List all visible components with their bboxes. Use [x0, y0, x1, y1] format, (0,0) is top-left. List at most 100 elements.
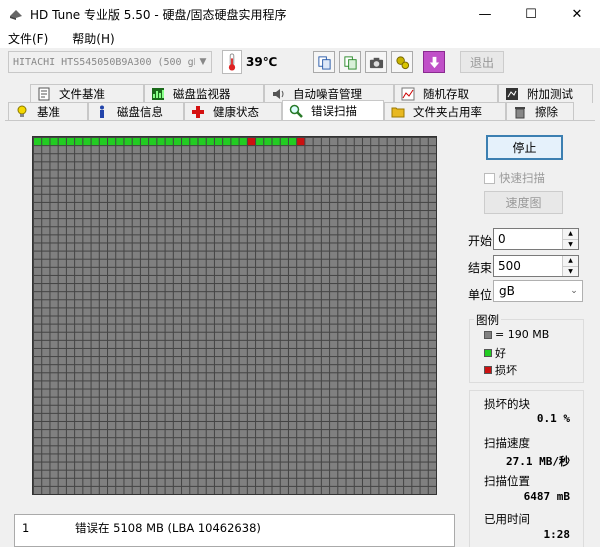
minimize-button[interactable]: —: [462, 0, 508, 28]
scan-block-unscanned: [99, 470, 108, 478]
scan-block-unscanned: [272, 454, 280, 462]
scan-block-unscanned: [288, 381, 297, 389]
scan-block-unscanned: [354, 470, 362, 478]
scan-block-unscanned: [239, 397, 247, 405]
scan-block-unscanned: [58, 324, 66, 332]
scan-block-unscanned: [321, 146, 330, 154]
scan-block-unscanned: [206, 284, 214, 292]
end-spinner[interactable]: 500 ▲ ▼: [493, 255, 579, 277]
tab-folder-usage[interactable]: 文件夹占用率: [384, 102, 506, 121]
scan-block-unscanned: [231, 316, 239, 324]
menu-help[interactable]: 帮助(H): [64, 30, 122, 47]
tab-erase[interactable]: 擦除: [506, 102, 574, 121]
scan-block-unscanned: [239, 284, 247, 292]
quick-scan-option[interactable]: 快速扫描: [484, 170, 545, 186]
tab-extra-tests[interactable]: 附加测试: [498, 84, 593, 103]
scan-block-unscanned: [124, 154, 132, 162]
scan-block-unscanned: [83, 405, 91, 413]
scan-block-unscanned: [387, 138, 395, 146]
copy-all-button[interactable]: [339, 51, 361, 73]
scan-block-unscanned: [190, 397, 198, 405]
scan-block-unscanned: [140, 397, 149, 405]
scan-block-unscanned: [338, 332, 346, 340]
scan-block-unscanned: [223, 292, 231, 300]
scan-block-unscanned: [362, 381, 371, 389]
end-input[interactable]: 500: [494, 256, 562, 276]
unit-select[interactable]: gB ⌄: [493, 280, 583, 302]
scan-block-unscanned: [297, 486, 305, 494]
scan-block-unscanned: [34, 146, 42, 154]
scan-block-unscanned: [108, 373, 116, 381]
scan-block-unscanned: [75, 292, 83, 300]
scan-block-unscanned: [256, 438, 264, 446]
scan-block-unscanned: [198, 251, 206, 259]
scan-block-unscanned: [231, 211, 239, 219]
scan-block-unscanned: [231, 202, 239, 211]
scan-block-unscanned: [379, 138, 387, 146]
menu-file[interactable]: 文件(F): [0, 30, 56, 47]
scan-block-unscanned: [108, 470, 116, 478]
spin-up-icon[interactable]: ▲: [563, 256, 578, 266]
scan-block-unscanned: [239, 365, 247, 373]
scan-block-unscanned: [247, 162, 256, 170]
quick-scan-checkbox[interactable]: [484, 172, 495, 184]
spin-down-icon[interactable]: ▼: [563, 265, 578, 276]
screenshot-button[interactable]: [365, 51, 387, 73]
file-icon: [37, 87, 51, 101]
tab-random-access[interactable]: 随机存取: [394, 84, 498, 103]
drive-select[interactable]: HITACHI HTS545050B9A300 (500 gB) ▼: [8, 51, 212, 73]
close-button[interactable]: ✕: [554, 0, 600, 28]
save-button[interactable]: [423, 51, 445, 73]
tab-label: 附加测试: [527, 87, 573, 101]
scan-block-unscanned: [190, 438, 198, 446]
scan-block-unscanned: [223, 219, 231, 227]
maximize-button[interactable]: ☐: [508, 0, 554, 28]
scan-block-unscanned: [247, 300, 256, 308]
scan-block-unscanned: [149, 194, 157, 202]
scan-block-unscanned: [83, 446, 91, 454]
tab-disk-monitor[interactable]: 磁盘监视器: [144, 84, 264, 103]
scan-block-unscanned: [305, 446, 313, 454]
scan-block-unscanned: [420, 397, 428, 405]
scan-block-unscanned: [190, 421, 198, 430]
scan-block-unscanned: [387, 397, 395, 405]
speed-map-button[interactable]: 速度图: [484, 191, 563, 214]
scan-block-unscanned: [239, 389, 247, 397]
scan-block-unscanned: [354, 381, 362, 389]
scan-block-unscanned: [124, 316, 132, 324]
scan-block-unscanned: [272, 348, 280, 357]
scan-block-unscanned: [305, 162, 313, 170]
scan-block-unscanned: [239, 202, 247, 211]
tab-benchmark[interactable]: 基准: [8, 102, 88, 121]
scan-block-unscanned: [116, 413, 124, 421]
scan-block-unscanned: [149, 308, 157, 316]
scan-block-unscanned: [83, 300, 91, 308]
scan-block-unscanned: [157, 405, 165, 413]
spin-up-icon[interactable]: ▲: [563, 229, 578, 239]
error-log-list[interactable]: 1 错误在 5108 MB (LBA 10462638): [14, 514, 455, 547]
thermometer-icon: [222, 50, 242, 74]
copy-text-button[interactable]: [313, 51, 335, 73]
scan-block-unscanned: [58, 348, 66, 357]
scan-block-unscanned: [182, 154, 190, 162]
tab-health[interactable]: 健康状态: [184, 102, 282, 121]
exit-button[interactable]: 退出: [460, 51, 504, 73]
spin-down-icon[interactable]: ▼: [563, 238, 578, 249]
scan-block-unscanned: [362, 284, 371, 292]
scan-block-unscanned: [190, 348, 198, 357]
scan-block-unscanned: [124, 486, 132, 494]
scan-block-unscanned: [264, 219, 272, 227]
tab-error-scan[interactable]: 错误扫描: [282, 100, 384, 121]
scan-block-unscanned: [34, 251, 42, 259]
scan-block-unscanned: [108, 259, 116, 267]
scan-block-unscanned: [149, 365, 157, 373]
tab-disk-info[interactable]: 磁盘信息: [88, 102, 184, 121]
options-button[interactable]: [391, 51, 413, 73]
tab-label: 基准: [37, 105, 60, 119]
scan-block-unscanned: [108, 235, 116, 243]
start-spinner[interactable]: 0 ▲ ▼: [493, 228, 579, 250]
list-item[interactable]: 1 错误在 5108 MB (LBA 10462638): [15, 520, 454, 536]
tab-file-benchmark[interactable]: 文件基准: [30, 84, 144, 103]
start-input[interactable]: 0: [494, 229, 562, 249]
stop-button[interactable]: 停止: [486, 135, 563, 160]
